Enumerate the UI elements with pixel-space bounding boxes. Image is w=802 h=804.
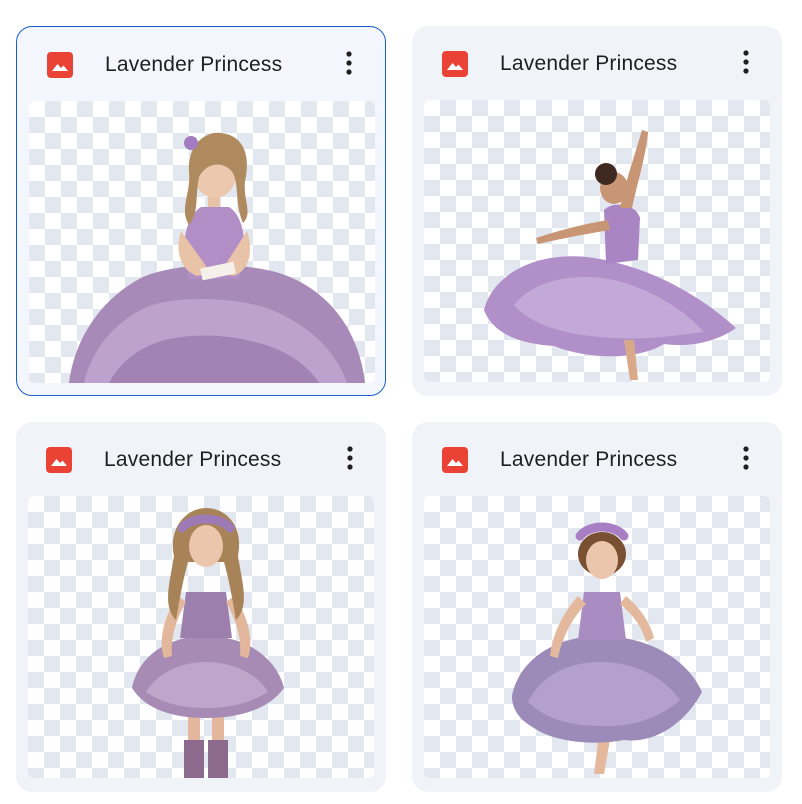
file-name: Lavender Princess [500,448,678,471]
file-name: Lavender Princess [104,448,282,471]
file-thumbnail [28,496,374,778]
file-card-header: Lavender Princess [412,26,782,100]
file-thumbnail [424,496,770,778]
image-file-icon [442,447,468,473]
file-card[interactable]: Lavender Princess [16,26,386,396]
file-card-header: Lavender Princess [16,422,386,496]
file-card[interactable]: Lavender Princess [16,422,386,792]
girl-dancing-thumbnail-image [484,130,736,380]
file-card[interactable]: Lavender Princess [412,422,782,792]
file-thumbnail [424,100,770,382]
girl-twirling-thumbnail-image [512,522,702,774]
file-card[interactable]: Lavender Princess [412,26,782,396]
more-actions-button[interactable] [728,440,764,476]
more-actions-button[interactable] [331,45,367,81]
image-file-icon [46,447,72,473]
file-thumbnail [29,101,375,383]
more-vert-icon [346,51,352,75]
more-actions-button[interactable] [332,440,368,476]
more-actions-button[interactable] [728,44,764,80]
girl-reading-thumbnail-image [69,132,365,383]
more-vert-icon [743,50,749,74]
file-card-header: Lavender Princess [17,27,385,101]
file-card-header: Lavender Princess [412,422,782,496]
girl-flower-crown-thumbnail-image [132,508,284,778]
file-name: Lavender Princess [500,52,678,75]
more-vert-icon [743,446,749,470]
file-grid: Lavender Princess Lavender Princess Lave… [0,0,802,804]
image-file-icon [47,52,73,78]
more-vert-icon [347,446,353,470]
image-file-icon [442,51,468,77]
file-name: Lavender Princess [105,53,283,76]
